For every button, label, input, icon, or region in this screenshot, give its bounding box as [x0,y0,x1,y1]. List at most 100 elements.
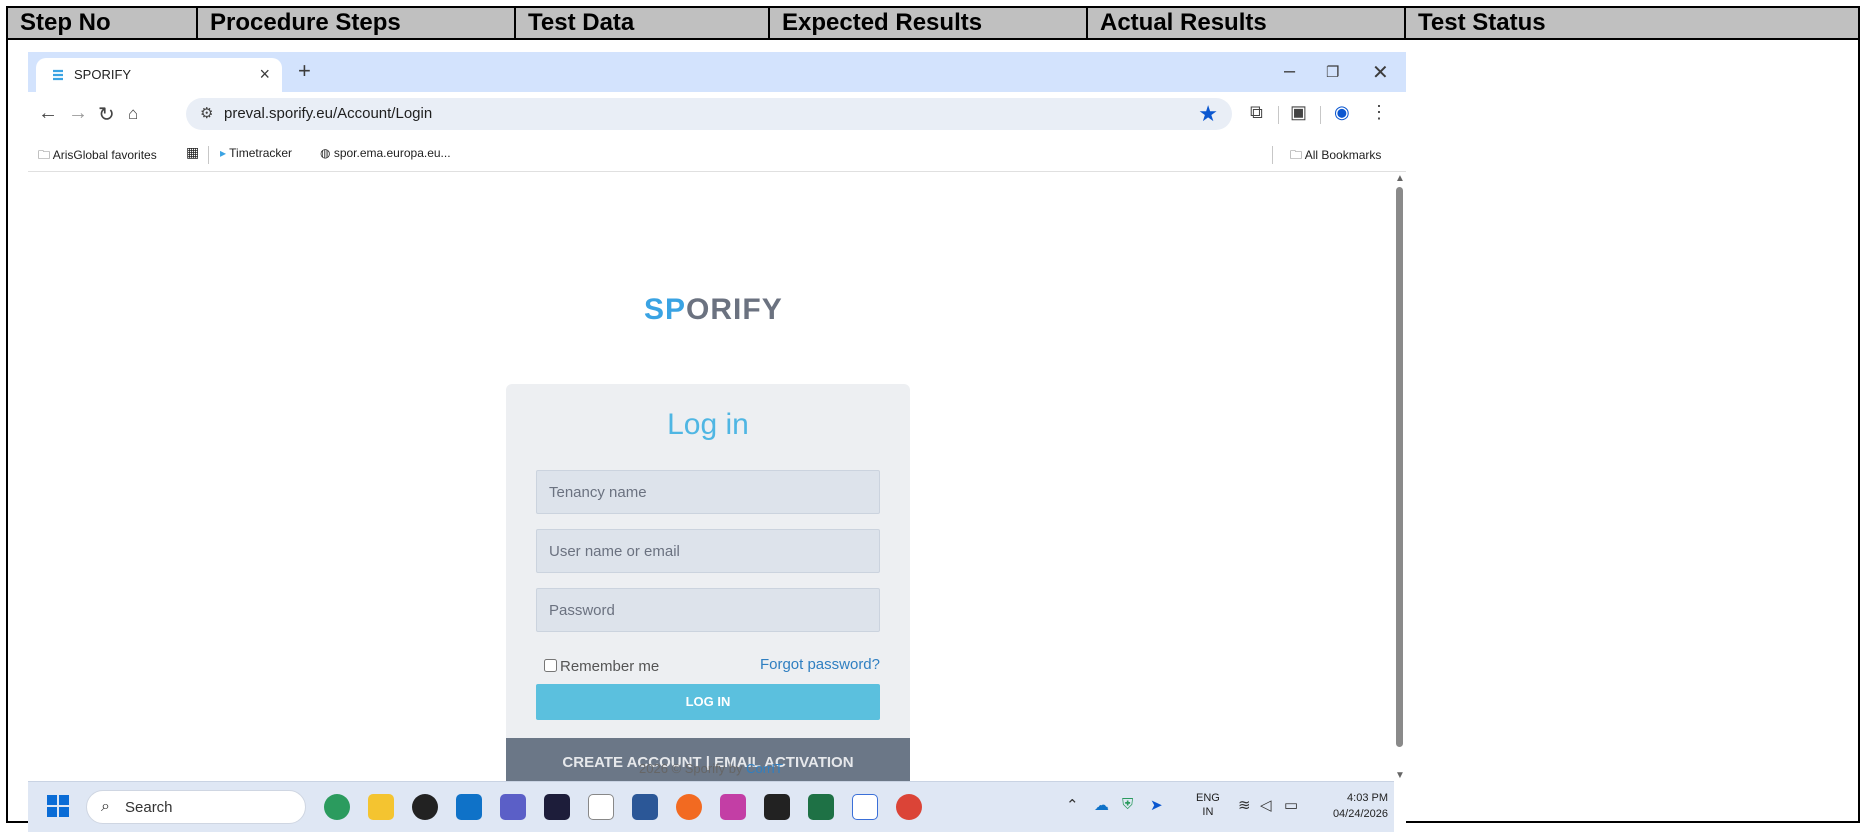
copyright-text: 2026 © Sporify by [639,761,747,776]
apps-grid-icon[interactable]: ▦ [186,144,199,161]
minimize-icon[interactable]: – [1284,60,1295,83]
folder-icon: 🗀 [38,148,53,162]
browser-toolbar: ← → ↻ ⌂ ⚙ preval.sporify.eu/Account/Logi… [28,92,1406,136]
bookmarks-bar: 🗀 ArisGlobal favorites ▦ ▸ Timetracker ◍… [28,136,1406,172]
back-icon[interactable]: ← [38,102,58,125]
remember-me[interactable]: Remember me [544,658,659,675]
taskbar-search[interactable]: ⌕ Search [86,790,306,824]
sporify-logo: SPORIFY [644,293,783,327]
m365-icon[interactable] [720,794,746,820]
folder-icon: 🗀 [1290,148,1305,162]
outlook-icon[interactable] [456,794,482,820]
bookmark-timetracker[interactable]: ▸ Timetracker [220,146,292,160]
browser-tab-bar: SPORIFY × + – ❐ ✕ [28,52,1406,92]
scrollbar-thumb[interactable] [1396,187,1403,747]
volume-icon[interactable]: ◁ [1260,796,1272,814]
tab-title: SPORIFY [74,67,132,82]
sticky-notes-icon[interactable] [764,794,790,820]
test-case-table: Step No Procedure Steps Test Data Expect… [6,6,1860,832]
bookmark-arisglobal[interactable]: 🗀 ArisGlobal favorites [38,146,157,167]
forgot-password-link[interactable]: Forgot password? [760,656,880,673]
clock-time: 4:03 PM [1347,792,1388,804]
logo-rest: ORIFY [686,293,783,326]
onedrive-icon[interactable]: ☁ [1094,796,1109,814]
eclipse-icon[interactable] [412,794,438,820]
site-info-icon[interactable]: ⚙ [200,104,213,122]
bookmark-label: ArisGlobal favorites [52,148,157,162]
url-text[interactable]: preval.sporify.eu/Account/Login [224,105,432,122]
toolbar-divider [1278,106,1279,124]
bookmark-label: spor.ema.europa.eu... [333,146,451,160]
vpn-icon[interactable]: ⛨ [1122,796,1133,813]
word-icon[interactable] [632,794,658,820]
profile-icon[interactable]: ◉ [1334,102,1350,123]
page-scrollbar[interactable]: ▲ ▼ [1392,173,1406,781]
edge-icon[interactable] [324,794,350,820]
bookmark-label: Timetracker [229,146,293,160]
bookmark-divider [1272,146,1273,164]
scroll-up-icon[interactable]: ▲ [1395,173,1405,184]
toolbar-divider [1320,106,1321,124]
notepad-icon[interactable] [588,794,614,820]
table-header-row: Step No Procedure Steps Test Data Expect… [8,8,1858,40]
bookmark-star-icon[interactable]: ★ [1198,101,1218,127]
battery-icon[interactable]: ▭ [1284,796,1298,814]
windows-taskbar: ⌕ Search ⌃ ☁ ⛨ ➤ ENG IN ≋ ◁ ▭ 4:03 PM 04… [28,781,1394,832]
windows-start-icon[interactable] [46,794,70,818]
reload-icon[interactable]: ↻ [98,102,115,127]
chrome-icon[interactable] [896,794,922,820]
remember-me-label: Remember me [560,658,660,675]
intellij-icon[interactable] [544,794,570,820]
wifi-icon[interactable]: ≋ [1238,796,1251,814]
teams-icon[interactable] [500,794,526,820]
excel-icon[interactable] [808,794,834,820]
restore-icon[interactable]: ❐ [1326,63,1339,81]
embedded-screenshot: SPORIFY × + – ❐ ✕ ← → ↻ ⌂ ⚙ preval.spori… [28,52,1406,832]
remember-me-checkbox[interactable] [544,659,557,672]
browser-tab[interactable]: SPORIFY × [36,58,282,92]
username-input[interactable] [536,529,880,573]
copyright-footer: 2026 © Sporify by CorrIT [28,761,1394,776]
language-indicator[interactable]: ENG IN [1196,791,1220,819]
sporify-favicon-icon [53,69,63,81]
file-explorer-icon[interactable] [368,794,394,820]
password-input[interactable] [536,588,880,632]
bookmark-divider [208,146,209,164]
postman-icon[interactable] [676,794,702,820]
lang-code: ENG [1196,792,1220,804]
home-icon[interactable]: ⌂ [128,104,138,124]
search-icon: ⌕ [101,798,110,815]
taskbar-search-label: Search [125,799,173,816]
header-expected-results: Expected Results [770,8,1088,38]
close-window-icon[interactable]: ✕ [1372,60,1389,85]
header-test-data: Test Data [516,8,770,38]
tenancy-name-input[interactable] [536,470,880,514]
scroll-down-icon[interactable]: ▼ [1395,770,1405,781]
login-button[interactable]: LOG IN [536,684,880,720]
header-actual-results: Actual Results [1088,8,1406,38]
reading-list-icon[interactable]: ▣ [1290,102,1307,123]
address-bar[interactable]: ⚙ preval.sporify.eu/Account/Login ★ [186,98,1232,130]
menu-icon[interactable]: ⋮ [1370,102,1388,123]
media-player-icon[interactable] [852,794,878,820]
header-test-status: Test Status [1418,9,1546,36]
login-title: Log in [667,408,749,441]
globe-icon: ◍ [320,146,334,160]
tab-close-icon[interactable]: × [259,64,270,85]
login-page: SPORIFY Log in Remember me Forgot passwo… [28,173,1394,788]
bookmark-spor-ema[interactable]: ◍ spor.ema.europa.eu... [320,146,451,160]
login-card: Log in Remember me Forgot password? LOG … [506,384,910,788]
bookmark-label: All Bookmarks [1304,148,1382,162]
forward-icon[interactable]: → [68,102,88,125]
corrit-link[interactable]: CorrIT [746,761,783,776]
header-procedure-steps: Procedure Steps [198,8,516,38]
chevron-up-icon[interactable]: ⌃ [1066,796,1079,814]
lang-region: IN [1202,806,1214,818]
extensions-icon[interactable]: ⧉ [1250,102,1263,123]
new-tab-icon[interactable]: + [298,58,311,84]
system-clock[interactable]: 4:03 PM 04/24/2026 [1324,790,1388,822]
location-icon[interactable]: ➤ [1150,796,1163,814]
all-bookmarks[interactable]: 🗀 All Bookmarks [1290,146,1381,167]
header-step-no: Step No [8,8,198,38]
clock-date: 04/24/2026 [1332,808,1388,820]
